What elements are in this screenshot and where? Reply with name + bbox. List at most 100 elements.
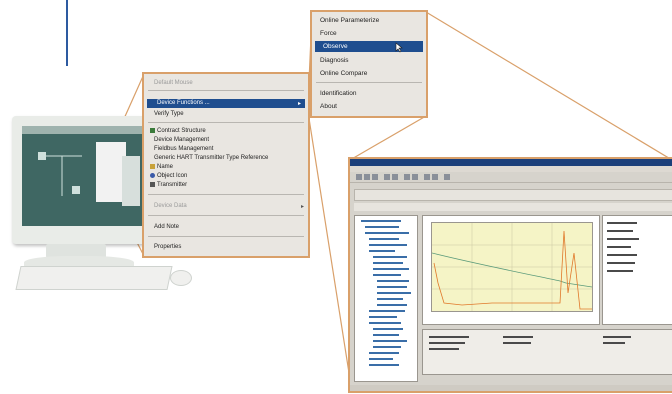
property-row bbox=[607, 254, 637, 256]
submenu-arrow-icon: ▸ bbox=[300, 204, 304, 210]
properties-panel bbox=[602, 215, 672, 325]
monitor-screen bbox=[22, 126, 142, 226]
project-tree[interactable] bbox=[354, 215, 418, 382]
tree-node[interactable] bbox=[377, 280, 409, 282]
submenu-item-force[interactable]: Force bbox=[320, 30, 337, 37]
tree-node[interactable] bbox=[365, 232, 409, 234]
connector-line bbox=[349, 115, 427, 161]
menu-item-verify-type[interactable]: Verify Type bbox=[154, 111, 184, 117]
tree-node[interactable] bbox=[373, 274, 401, 276]
tree-node[interactable] bbox=[377, 298, 403, 300]
mouse bbox=[170, 270, 192, 286]
submenu-separator bbox=[316, 82, 422, 83]
toolbar-button[interactable] bbox=[372, 174, 378, 180]
menu-item-label: Device Functions ... bbox=[157, 100, 210, 106]
toolbar-button[interactable] bbox=[444, 174, 450, 180]
menu-separator bbox=[148, 90, 304, 91]
submenu-item-about[interactable]: About bbox=[320, 103, 337, 110]
toolbar-button[interactable] bbox=[412, 174, 418, 180]
connector-line bbox=[425, 11, 672, 161]
menu-item-hart-reference[interactable]: Generic HART Transmitter Type Reference bbox=[154, 155, 268, 161]
menu-item-label: Object Icon bbox=[157, 173, 188, 180]
menu-separator bbox=[148, 236, 304, 237]
detail-row bbox=[429, 342, 465, 344]
trend-series-orange bbox=[433, 230, 592, 310]
toolbar-button[interactable] bbox=[364, 174, 370, 180]
submenu-item-online-parameterize[interactable]: Online Parameterize bbox=[320, 17, 379, 24]
tree-node[interactable] bbox=[373, 346, 401, 348]
menu-item-name[interactable]: Name bbox=[150, 164, 173, 170]
tree-node[interactable] bbox=[373, 334, 399, 336]
tree-node[interactable] bbox=[369, 250, 395, 252]
tree-node[interactable] bbox=[369, 244, 407, 246]
menu-item-add-note[interactable]: Add Note bbox=[154, 224, 179, 230]
tree-node[interactable] bbox=[369, 364, 399, 366]
toolbar-button[interactable] bbox=[424, 174, 430, 180]
menu-item-contract-structure[interactable]: Contract Structure bbox=[150, 128, 206, 134]
submenu-arrow-icon: ▸ bbox=[297, 101, 301, 107]
tree-node[interactable] bbox=[373, 262, 403, 264]
property-row bbox=[607, 246, 631, 248]
tree-node[interactable] bbox=[373, 340, 407, 342]
vertical-rule bbox=[66, 0, 68, 66]
detail-row bbox=[503, 336, 533, 338]
menu-item-label: Contract Structure bbox=[157, 128, 206, 135]
tree-node[interactable] bbox=[377, 304, 407, 306]
tree-node[interactable] bbox=[373, 256, 407, 258]
toolbar-button[interactable] bbox=[356, 174, 362, 180]
tree-node[interactable] bbox=[369, 238, 399, 240]
detail-row bbox=[603, 336, 631, 338]
status-bar bbox=[350, 385, 672, 391]
mouse-cursor-icon bbox=[395, 42, 403, 53]
property-row bbox=[607, 222, 637, 224]
screen-content bbox=[22, 126, 142, 206]
trend-plot bbox=[431, 223, 593, 311]
tree-node[interactable] bbox=[369, 322, 401, 324]
menu-item-device-functions[interactable]: Device Functions ... ▸ bbox=[147, 99, 305, 108]
connector-line bbox=[307, 111, 353, 393]
menu-item-label: Device Data bbox=[154, 203, 187, 209]
computer-monitor bbox=[12, 116, 152, 244]
secondary-toolbar bbox=[354, 189, 672, 201]
tree-node[interactable] bbox=[369, 316, 397, 318]
detail-row bbox=[429, 348, 459, 350]
submenu-item-label: Observe bbox=[323, 43, 348, 50]
tree-node[interactable] bbox=[369, 310, 405, 312]
tree-node[interactable] bbox=[361, 220, 401, 222]
menu-item-device-management[interactable]: Device Management bbox=[154, 137, 209, 143]
tab-strip bbox=[354, 203, 672, 211]
menu-separator bbox=[148, 194, 304, 195]
menu-item-transmitter[interactable]: Transmitter bbox=[150, 182, 187, 188]
menu-item-device-data[interactable]: Device Data bbox=[154, 203, 187, 209]
detail-row bbox=[429, 336, 469, 338]
tree-node[interactable] bbox=[377, 292, 411, 294]
object-icon bbox=[150, 173, 155, 178]
tree-node[interactable] bbox=[365, 226, 399, 228]
toolbar-button[interactable] bbox=[392, 174, 398, 180]
menu-item-object-icon[interactable]: Object Icon bbox=[150, 173, 187, 179]
tree-node[interactable] bbox=[373, 268, 409, 270]
menu-separator bbox=[148, 215, 304, 216]
submenu-item-diagnosis[interactable]: Diagnosis bbox=[320, 57, 349, 64]
transmitter-icon bbox=[150, 182, 155, 187]
name-icon bbox=[150, 164, 155, 169]
application-window bbox=[348, 157, 672, 393]
tree-node[interactable] bbox=[373, 328, 403, 330]
toolbar-button[interactable] bbox=[432, 174, 438, 180]
window-titlebar bbox=[350, 159, 672, 166]
detail-row bbox=[603, 342, 625, 344]
submenu-item-online-compare[interactable]: Online Compare bbox=[320, 70, 367, 77]
details-panel bbox=[422, 329, 672, 375]
toolbar-button[interactable] bbox=[404, 174, 410, 180]
menu-item-fieldbus-management[interactable]: Fieldbus Management bbox=[154, 146, 213, 152]
menu-item-properties[interactable]: Properties bbox=[154, 244, 181, 250]
menu-item-label: Name bbox=[157, 164, 174, 171]
tree-node[interactable] bbox=[369, 352, 399, 354]
tree-node[interactable] bbox=[377, 286, 407, 288]
tree-node[interactable] bbox=[369, 358, 393, 360]
submenu-item-observe[interactable]: Observe bbox=[315, 41, 423, 53]
property-row bbox=[607, 230, 633, 232]
submenu-item-identification[interactable]: Identification bbox=[320, 90, 357, 97]
menu-separator bbox=[148, 122, 304, 123]
toolbar-button[interactable] bbox=[384, 174, 390, 180]
